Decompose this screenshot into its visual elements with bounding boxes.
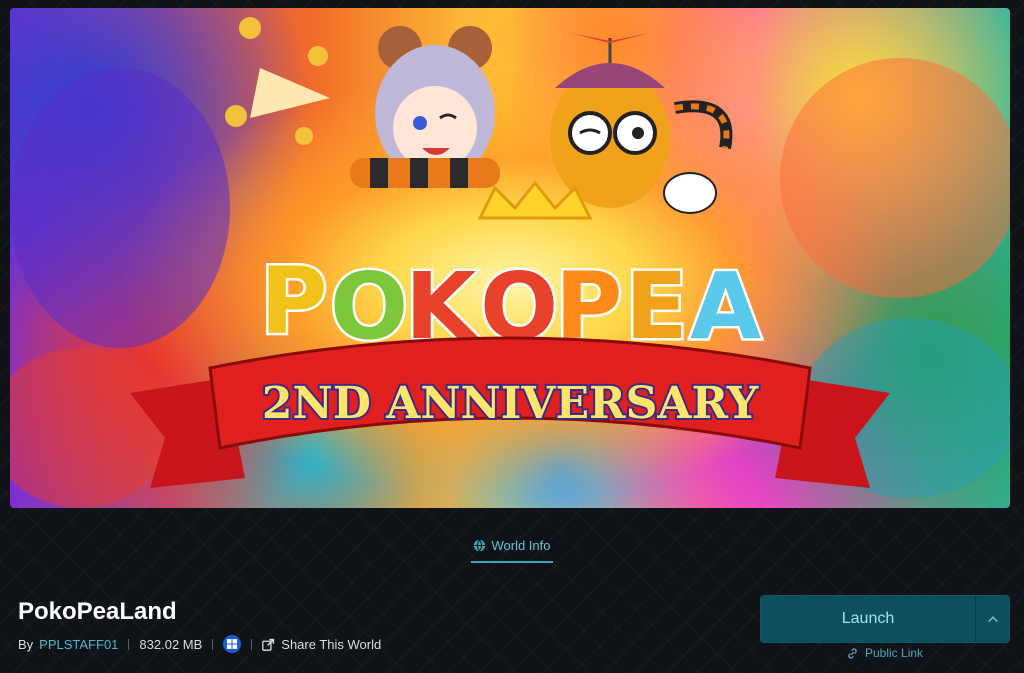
- chevron-up-icon: [987, 616, 998, 623]
- tab-world-info[interactable]: World Info: [471, 536, 553, 563]
- tab-world-info-label: World Info: [491, 538, 551, 553]
- world-title: PokoPeaLand: [18, 598, 177, 625]
- windows-platform-badge: [223, 635, 242, 653]
- author-link[interactable]: PPLSTAFF01: [39, 637, 118, 652]
- world-banner-image: P O K O P E A 2ND ANNIVERSARY: [10, 8, 1010, 508]
- share-world-button[interactable]: Share This World: [262, 637, 381, 652]
- svg-text:P: P: [260, 248, 327, 355]
- file-size: 832.02 MB: [139, 636, 203, 652]
- svg-text:2ND ANNIVERSARY: 2ND ANNIVERSARY: [262, 378, 759, 429]
- banner-artwork: P O K O P E A 2ND ANNIVERSARY: [10, 17, 1010, 508]
- share-world-label: Share This World: [281, 636, 382, 652]
- share-icon: [262, 638, 275, 651]
- tab-bar: World Info: [0, 536, 1024, 563]
- by-label: By: [18, 636, 34, 652]
- launch-button-group: Launch: [760, 595, 1010, 643]
- svg-text:A: A: [690, 253, 761, 360]
- windows-icon: [227, 639, 238, 649]
- divider: [251, 638, 253, 650]
- globe-icon: [474, 539, 486, 552]
- public-link[interactable]: Public Link: [846, 646, 923, 660]
- divider: [212, 638, 214, 650]
- divider: [128, 638, 130, 650]
- launch-button[interactable]: Launch: [761, 596, 975, 642]
- launch-options-toggle[interactable]: [975, 596, 1009, 642]
- public-link-label: Public Link: [865, 646, 924, 660]
- world-meta-row: By PPLSTAFF01 832.02 MB Share This World: [18, 634, 381, 654]
- link-icon: [848, 647, 857, 659]
